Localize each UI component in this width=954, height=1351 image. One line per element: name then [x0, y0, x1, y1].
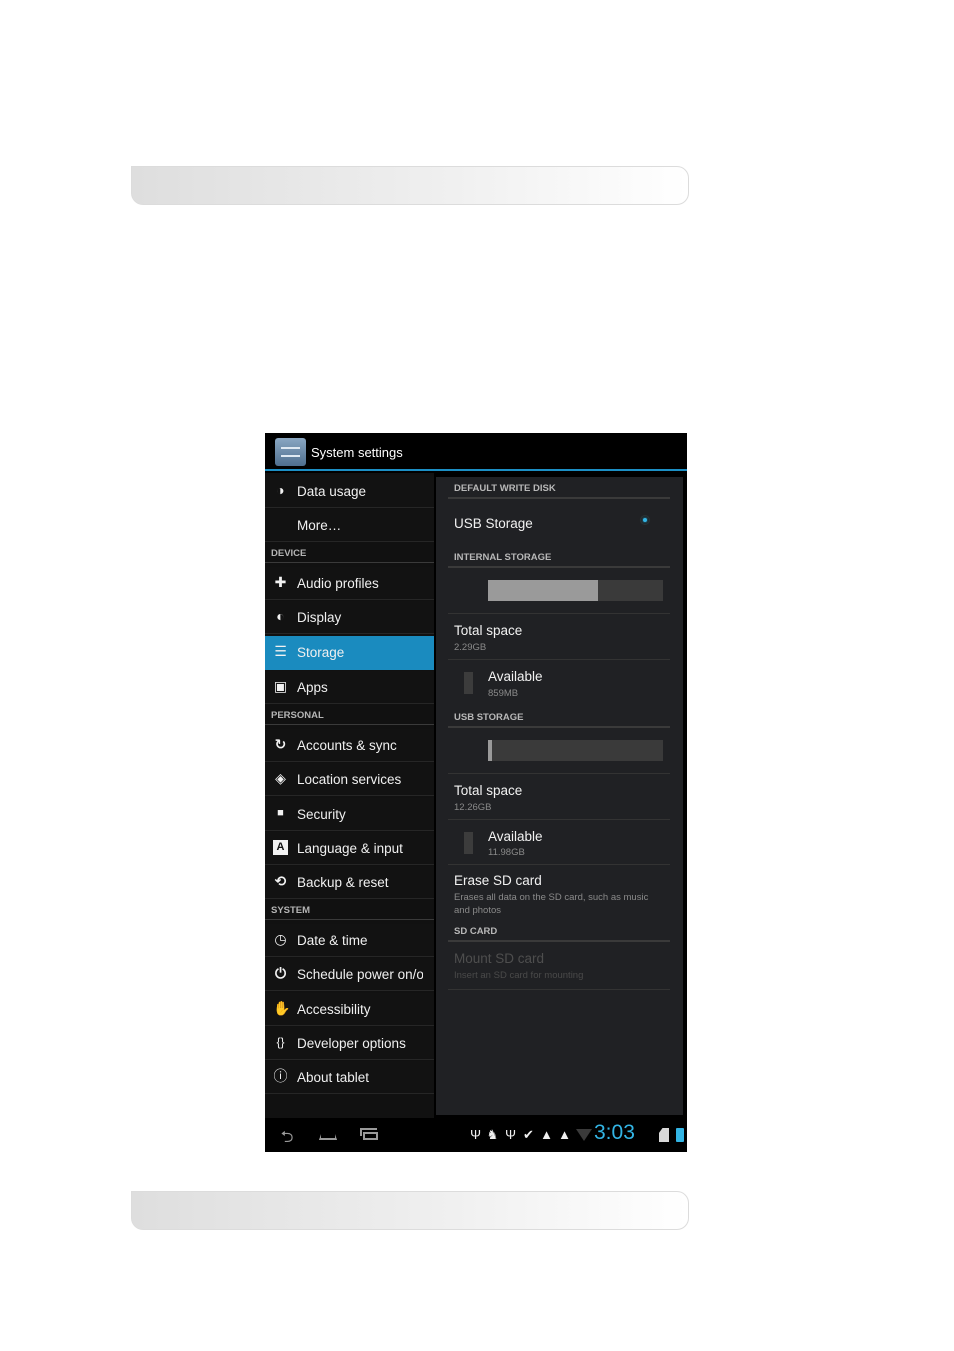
- schedule-power-icon: ⏻: [274, 965, 287, 981]
- usb-storage-radio[interactable]: [640, 515, 650, 525]
- system-navigation-bar: ⮌ Ψ ♞ Ψ ✔ ▲ ▲ 3:03: [265, 1118, 687, 1152]
- sidebar-item-audio-profiles[interactable]: ✚ Audio profiles: [265, 567, 434, 600]
- sidebar-item-apps[interactable]: ▣ Apps: [265, 671, 434, 704]
- sidebar-item-developer-options[interactable]: {} Developer options: [265, 1027, 434, 1060]
- sidebar-item-label: About tablet: [297, 1070, 370, 1085]
- usb-available-row[interactable]: Available 11.98GB: [448, 820, 670, 865]
- lock-icon: ■: [277, 807, 284, 819]
- internal-storage-used-fill: [488, 580, 599, 601]
- sidebar-item-label: Data usage: [297, 484, 367, 499]
- backup-icon: ⟲: [274, 873, 287, 889]
- battery-icon: [676, 1128, 684, 1142]
- warning-icon: ▲: [540, 1127, 553, 1142]
- sidebar-item-language-input[interactable]: A Language & input: [265, 832, 434, 865]
- internal-available-row[interactable]: Available 859MB: [448, 660, 670, 705]
- sidebar-item-label: Display: [297, 610, 342, 625]
- sidebar-item-label: Language & input: [297, 841, 403, 856]
- wifi-icon: [576, 1129, 592, 1141]
- section-header-system: SYSTEM: [265, 900, 434, 920]
- sidebar-item-storage[interactable]: ☰ Storage: [265, 636, 434, 670]
- section-header-usb-storage: USB STORAGE: [448, 706, 670, 728]
- storage-icon: ☰: [274, 643, 287, 659]
- mount-sd-card-row: Mount SD card Insert an SD card for moun…: [448, 942, 670, 990]
- usb-icon: Ψ: [470, 1127, 481, 1142]
- sidebar-item-label: Developer options: [297, 1036, 406, 1051]
- language-icon: A: [273, 840, 288, 855]
- sidebar-item-label: Accounts & sync: [297, 738, 397, 753]
- download-done-icon: ✔: [523, 1127, 534, 1142]
- sidebar-item-more[interactable]: More…: [265, 509, 434, 542]
- storage-panel: DEFAULT WRITE DISK USB Storage INTERNAL …: [436, 477, 683, 1115]
- sidebar-item-label: More…: [297, 518, 342, 533]
- info-icon: ⓘ: [273, 1068, 288, 1084]
- usb-total-space-row[interactable]: Total space 12.26GB: [448, 774, 670, 820]
- sidebar-item-display[interactable]: ◐ Display: [265, 601, 434, 634]
- sidebar-item-label: Backup & reset: [297, 875, 389, 890]
- sync-icon: ↻: [274, 736, 287, 752]
- section-header-personal: PERSONAL: [265, 705, 434, 725]
- available-swatch: [464, 832, 473, 854]
- sidebar-item-label: Accessibility: [297, 1002, 371, 1017]
- sidebar-item-backup-reset[interactable]: ⟲ Backup & reset: [265, 866, 434, 899]
- sidebar-item-label: Storage: [297, 645, 345, 660]
- internal-storage-bar-row: [448, 568, 670, 614]
- home-icon[interactable]: [317, 1126, 339, 1144]
- settings-sliders-icon[interactable]: [275, 438, 306, 466]
- erase-sd-card-row[interactable]: Erase SD card Erases all data on the SD …: [448, 865, 670, 920]
- section-header-internal-storage: INTERNAL STORAGE: [448, 546, 670, 568]
- page-footer-bar: [131, 1191, 689, 1230]
- usb-storage-bar: [488, 740, 663, 761]
- apps-icon: ▣: [273, 678, 288, 694]
- usb-storage-bar-row: [448, 728, 670, 774]
- sim-card-icon: [659, 1128, 669, 1142]
- tablet-screen: System settings ◑ Data usage More… DEVIC…: [265, 433, 687, 1152]
- section-header-device: DEVICE: [265, 543, 434, 563]
- internal-storage-bar: [488, 580, 663, 601]
- sidebar-item-location-services[interactable]: ◈ Location services: [265, 763, 434, 796]
- action-bar: System settings: [265, 433, 687, 471]
- back-icon[interactable]: ⮌: [276, 1126, 298, 1146]
- sidebar-item-label: Apps: [297, 680, 328, 695]
- sidebar-item-accounts-sync[interactable]: ↻ Accounts & sync: [265, 729, 434, 762]
- data-usage-icon: ◑: [276, 482, 285, 498]
- usb-storage-option[interactable]: USB Storage: [448, 501, 670, 546]
- sidebar-item-label: Location services: [297, 772, 402, 787]
- android-debug-icon: ♞: [486, 1127, 499, 1142]
- settings-sidebar: ◑ Data usage More… DEVICE ✚ Audio profil…: [265, 473, 434, 1118]
- usb-storage-used-fill: [488, 740, 492, 761]
- sidebar-item-date-time[interactable]: ◷ Date & time: [265, 924, 434, 957]
- sidebar-item-security[interactable]: ■ Security: [265, 798, 434, 831]
- sidebar-item-label: Audio profiles: [297, 576, 379, 591]
- sidebar-item-data-usage[interactable]: ◑ Data usage: [265, 475, 434, 508]
- braces-icon: {}: [276, 1035, 285, 1049]
- clock-icon: ◷: [274, 931, 287, 947]
- sidebar-item-label: Schedule power on/off: [297, 967, 423, 982]
- window-title: System settings: [311, 445, 403, 460]
- sidebar-item-accessibility[interactable]: ✋ Accessibility: [265, 993, 434, 1026]
- page-header-bar: [131, 166, 689, 205]
- section-header-sd-card: SD CARD: [448, 920, 670, 942]
- display-icon: ◐: [276, 608, 285, 624]
- sidebar-item-label: Date & time: [297, 933, 368, 948]
- recent-apps-icon[interactable]: [360, 1126, 382, 1144]
- sidebar-item-schedule-power[interactable]: ⏻ Schedule power on/off: [265, 958, 434, 991]
- sidebar-item-label: Security: [297, 807, 346, 822]
- usb-icon: Ψ: [505, 1127, 516, 1142]
- section-header-default-write-disk: DEFAULT WRITE DISK: [448, 477, 670, 499]
- internal-total-space-row[interactable]: Total space 2.29GB: [448, 614, 670, 660]
- sidebar-item-about-tablet[interactable]: ⓘ About tablet: [265, 1061, 434, 1094]
- audio-profiles-icon: ✚: [274, 574, 287, 590]
- warning-icon: ▲: [558, 1127, 571, 1142]
- hand-icon: ✋: [273, 1000, 291, 1016]
- location-icon: ◈: [275, 770, 286, 786]
- available-swatch: [464, 672, 473, 694]
- status-clock: 3:03: [594, 1121, 635, 1144]
